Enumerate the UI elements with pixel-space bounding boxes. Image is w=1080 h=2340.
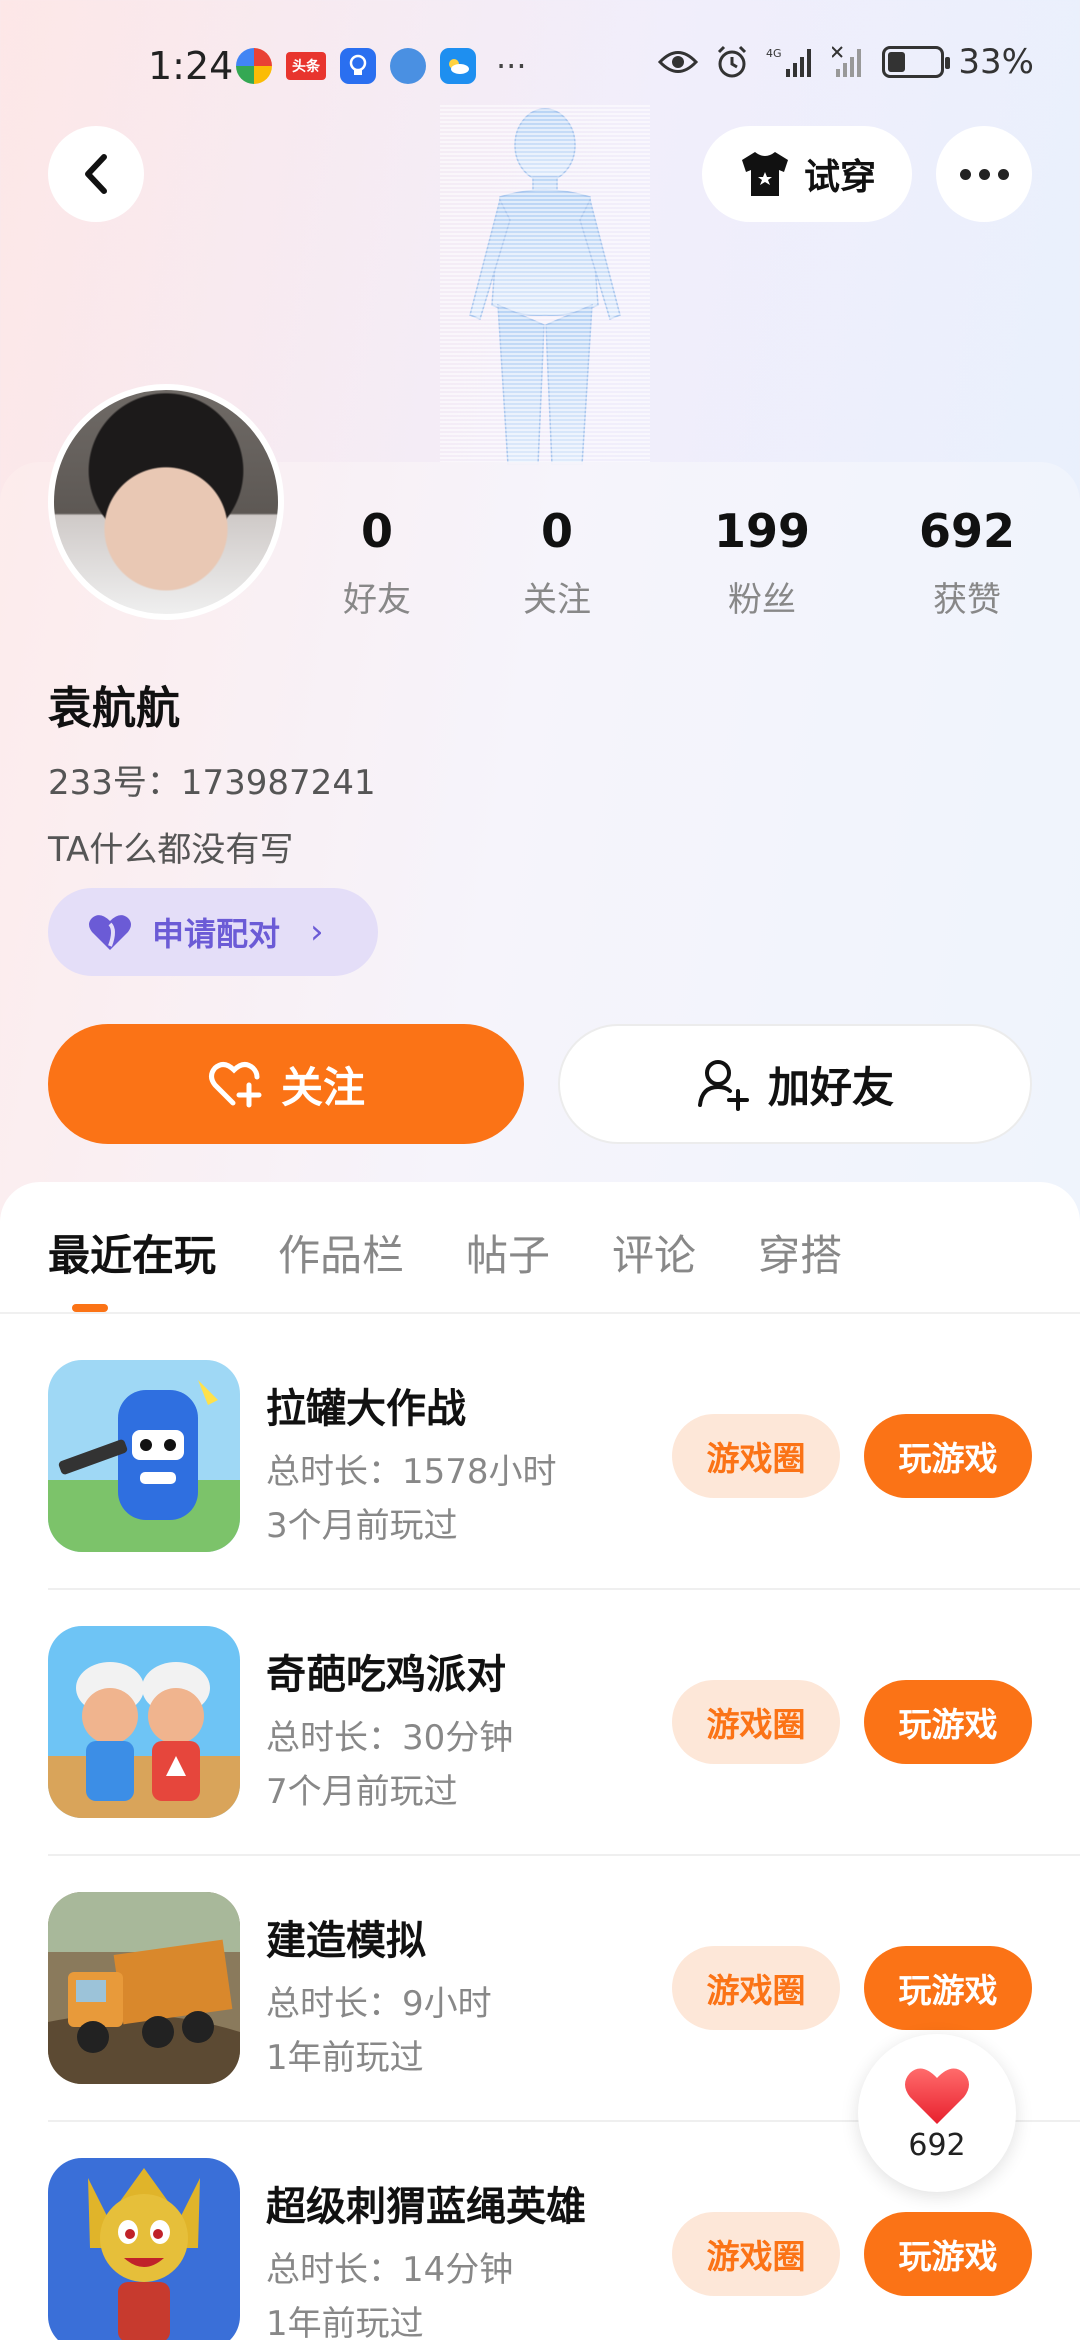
chevron-left-icon [85,154,107,194]
svg-text:4G: 4G [766,47,782,60]
stat-value: 692 [918,504,1016,558]
heart-plus-icon [208,1062,262,1108]
signal-4g-icon: 4G [766,42,814,82]
game-icon-hedgehog-hero [48,2158,240,2340]
status-time: 1:24 [148,44,234,88]
stat-fans[interactable]: 199 粉丝 [682,504,842,621]
add-friend-button[interactable]: 加好友 [558,1024,1032,1144]
game-name: 奇葩吃鸡派对 [266,1652,506,1698]
game-last-played: 7个月前玩过 [266,1772,458,1812]
more-dots-icon-3 [997,168,1009,180]
game-name: 超级刺猬蓝绳英雄 [266,2184,586,2230]
game-duration: 总时长：9小时 [266,1984,492,2024]
back-button[interactable] [48,126,144,222]
tab-outfits[interactable]: 穿搭 [758,1222,842,1283]
try-on-label: 试穿 [803,157,876,198]
tab-recently-played[interactable]: 最近在玩 [48,1222,216,1283]
game-duration: 总时长：1578小时 [266,1452,557,1492]
request-match-button[interactable]: 申请配对 › [48,888,378,976]
stat-label: 粉丝 [728,580,796,620]
stat-likes[interactable]: 692 获赞 [887,504,1047,621]
game-icon-can-battle [48,1360,240,1552]
tab-comments[interactable]: 评论 [612,1222,696,1283]
more-notifications-icon: ··· [496,47,527,85]
game-last-played: 1年前玩过 [266,2304,424,2340]
stat-label: 好友 [343,580,411,620]
play-game-button[interactable]: 玩游戏 [864,2212,1032,2296]
tshirt-icon [741,152,788,196]
like-float-button[interactable]: 692 [858,2034,1016,2192]
stat-value: 0 [360,504,393,558]
battery-percent: 33% [958,42,1034,82]
notification-icons: 头条 ··· [236,48,527,84]
user-id: 233号：173987241 [48,763,376,803]
request-match-label: 申请配对 [152,915,281,953]
user-bio: TA什么都没有写 [48,830,294,870]
game-duration: 总时长：14分钟 [266,2250,514,2290]
game-last-played: 3个月前玩过 [266,1506,458,1546]
game-last-played: 1年前玩过 [266,2038,424,2078]
stat-following[interactable]: 0 关注 [477,504,637,621]
more-options-button[interactable] [936,126,1032,222]
status-right: 4G 33% [658,42,1034,82]
play-game-button[interactable]: 玩游戏 [864,1414,1032,1498]
toutiao-icon: 头条 [286,52,326,80]
game-row[interactable]: 奇葩吃鸡派对 总时长：30分钟 7个月前玩过 游戏圈 玩游戏 [0,1626,1080,1892]
add-user-icon [697,1060,749,1111]
follow-label: 关注 [280,1062,365,1112]
tab-divider [0,1312,1080,1314]
game-name: 建造模拟 [266,1918,426,1964]
game-circle-button[interactable]: 游戏圈 [672,1414,840,1498]
heart-icon [89,915,131,950]
game-circle-button[interactable]: 游戏圈 [672,1946,840,2030]
stat-value: 0 [540,504,573,558]
tab-works[interactable]: 作品栏 [278,1222,404,1283]
battery-icon [882,46,951,78]
more-dots-icon-2 [978,168,990,180]
follow-button[interactable]: 关注 [48,1024,524,1144]
heart-icon [905,2068,969,2124]
play-game-button[interactable]: 玩游戏 [864,1680,1032,1764]
profile-tabs: 最近在玩 作品栏 帖子 评论 穿搭 [48,1222,842,1283]
game-circle-button[interactable]: 游戏圈 [672,2212,840,2296]
row-divider [48,1854,1080,1856]
play-game-button[interactable]: 玩游戏 [864,1946,1032,2030]
like-count: 692 [908,2127,966,2163]
game-icon-chicken-party [48,1626,240,1818]
row-divider [48,1588,1080,1590]
eye-icon [658,42,699,82]
weather-app-icon [440,48,476,84]
user-avatar[interactable] [48,384,284,620]
alarm-icon [712,42,752,82]
stat-value: 199 [713,504,811,558]
active-tab-indicator [72,1304,108,1312]
game-icon-construction-sim [48,1892,240,2084]
bulb-app-icon [340,48,376,84]
game-circle-button[interactable]: 游戏圈 [672,1680,840,1764]
tab-posts[interactable]: 帖子 [466,1222,550,1283]
try-on-button[interactable]: 试穿 [702,126,912,222]
chevron-right-icon: › [310,912,324,952]
stat-label: 关注 [523,580,591,620]
more-dots-icon [959,168,971,180]
game-duration: 总时长：30分钟 [266,1718,514,1758]
stat-label: 获赞 [933,580,1001,620]
game-name: 拉罐大作战 [266,1386,466,1432]
user-name: 袁航航 [48,683,180,734]
add-friend-label: 加好友 [767,1062,894,1112]
browser-app-icon [390,48,426,84]
battery-level [888,52,906,72]
signal-none-icon [828,42,868,82]
avatar-figure-image [440,105,650,465]
app-notification-icon [236,48,272,84]
game-row[interactable]: 拉罐大作战 总时长：1578小时 3个月前玩过 游戏圈 玩游戏 [0,1360,1080,1626]
stat-friends[interactable]: 0 好友 [297,504,457,621]
